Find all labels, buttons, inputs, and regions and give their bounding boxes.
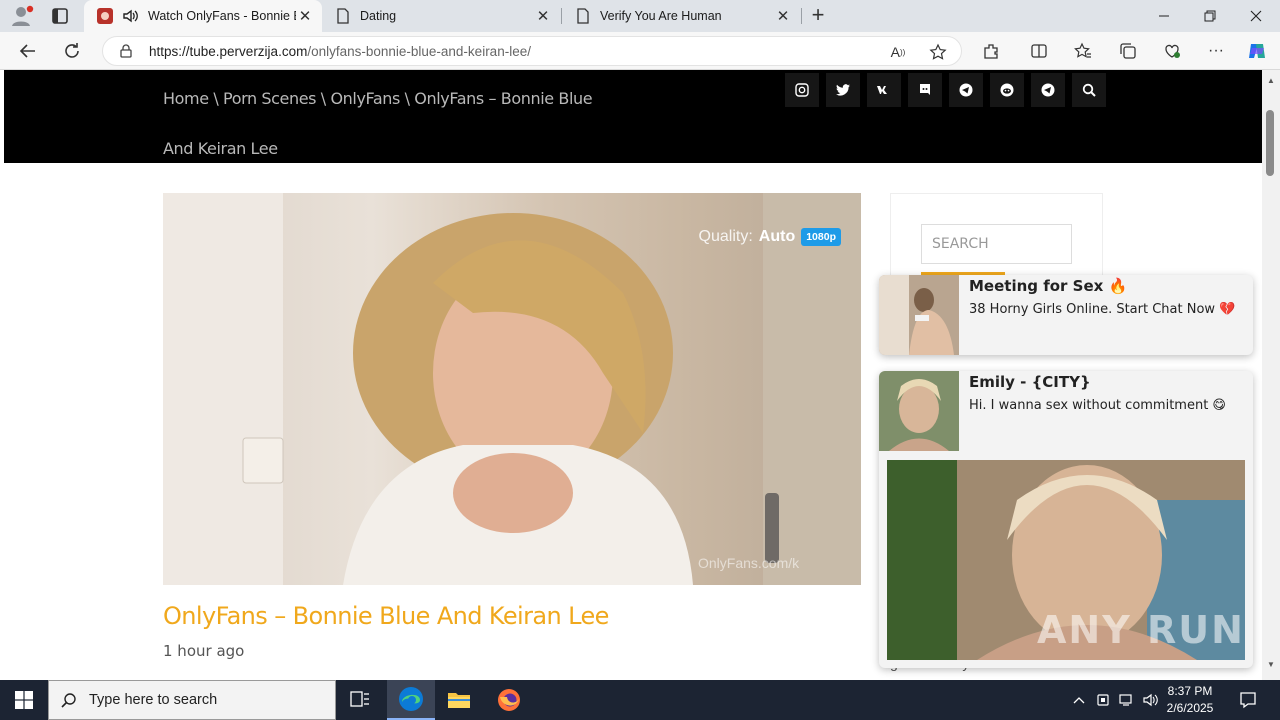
post-time: 1 hour ago: [163, 642, 245, 660]
ad-title: Emily - {CITY}: [969, 373, 1091, 391]
quality-label: Quality:: [698, 228, 753, 245]
tab-dating[interactable]: Dating ✕: [322, 0, 560, 32]
edge-icon[interactable]: [387, 680, 435, 720]
tab-verify-human[interactable]: Verify You Are Human ✕: [562, 0, 800, 32]
twitter-icon[interactable]: [826, 73, 860, 107]
taskbar-search-text: Type here to search: [89, 692, 218, 708]
anyrun-watermark: ANY RUN: [1037, 608, 1245, 652]
more-options-icon[interactable]: ···: [1205, 40, 1227, 62]
page-icon: [334, 7, 352, 25]
search-input[interactable]: [921, 224, 1072, 264]
task-view-icon[interactable]: [336, 680, 384, 720]
show-hidden-icons[interactable]: [1068, 680, 1090, 720]
ad-photo[interactable]: ANY RUN: [887, 460, 1245, 660]
refresh-icon[interactable]: [60, 39, 84, 63]
browser-toolbar: https://tube.perverzija.com/onlyfans-bon…: [0, 32, 1280, 70]
tab-separator: [801, 8, 802, 24]
read-aloud-icon[interactable]: A)): [889, 43, 907, 61]
lock-icon[interactable]: [119, 44, 133, 58]
video-frame-image: [163, 193, 861, 585]
taskbar-search[interactable]: Type here to search: [48, 680, 336, 720]
telegram-icon[interactable]: [1031, 73, 1065, 107]
close-tab-icon[interactable]: ✕: [296, 7, 314, 25]
windows-taskbar: Type here to search 8:37 PM 2/6/2025: [0, 680, 1280, 720]
profile-icon[interactable]: [10, 5, 34, 27]
close-tab-icon[interactable]: ✕: [774, 7, 792, 25]
restore-icon[interactable]: [1187, 0, 1233, 32]
device-icon[interactable]: [1092, 680, 1114, 720]
close-window-icon[interactable]: [1233, 0, 1279, 32]
file-explorer-icon[interactable]: [435, 680, 483, 720]
windows-start-icon[interactable]: [0, 680, 48, 720]
clock-date: 2/6/2025: [1166, 701, 1214, 715]
minimize-icon[interactable]: [1141, 0, 1187, 32]
favorites-icon[interactable]: [1072, 40, 1094, 62]
tab-strip: Watch OnlyFans - Bonnie Bl ✕ Dating ✕ Ve…: [0, 0, 1280, 32]
telegram-icon[interactable]: [949, 73, 983, 107]
tab-title: Verify You Are Human: [600, 9, 722, 23]
quality-value: Auto: [758, 228, 796, 245]
clock-time: 8:37 PM: [1167, 684, 1213, 698]
ad-thumbnail: [879, 371, 959, 451]
ad-popup-meeting[interactable]: Meeting for Sex 🔥 38 Horny Girls Online.…: [879, 275, 1253, 355]
ad-text: Hi. I wanna sex without commitment 😋: [969, 398, 1226, 413]
breadcrumb[interactable]: Home \ Porn Scenes \ OnlyFans \ OnlyFans…: [163, 74, 603, 174]
favorite-star-icon[interactable]: [929, 43, 947, 61]
resolution-badge: 1080p: [801, 228, 841, 246]
copilot-icon[interactable]: [1246, 40, 1268, 62]
reddit-icon[interactable]: [990, 73, 1024, 107]
notifications-icon[interactable]: [1228, 680, 1268, 720]
search-icon: [49, 692, 89, 708]
firefox-icon[interactable]: [485, 680, 533, 720]
new-tab-icon[interactable]: +: [806, 4, 830, 28]
tab-title: Watch OnlyFans - Bonnie Bl: [148, 9, 296, 23]
browser-essentials-icon[interactable]: [1161, 40, 1183, 62]
tab-title: Dating: [360, 9, 397, 23]
extensions-icon[interactable]: [980, 40, 1002, 62]
ad-thumbnail: [879, 275, 959, 355]
scroll-up-icon[interactable]: ▲: [1267, 76, 1275, 85]
quality-indicator[interactable]: Quality: Auto 1080p: [699, 228, 841, 246]
taskbar-clock[interactable]: 8:37 PM 2/6/2025: [1160, 683, 1220, 717]
back-icon[interactable]: [16, 39, 40, 63]
scroll-down-icon[interactable]: ▼: [1267, 660, 1275, 669]
page-scrollbar[interactable]: ▲ ▼: [1262, 70, 1280, 680]
address-bar[interactable]: https://tube.perverzija.com/onlyfans-bon…: [102, 36, 962, 66]
instagram-icon[interactable]: [785, 73, 819, 107]
video-watermark: OnlyFans.com/k: [698, 555, 800, 571]
site-header: Home \ Porn Scenes \ OnlyFans \ OnlyFans…: [4, 70, 1262, 163]
volume-icon[interactable]: [1140, 680, 1162, 720]
collections-icon[interactable]: [1117, 40, 1139, 62]
tab-actions-icon[interactable]: [50, 6, 70, 26]
video-player[interactable]: Quality: Auto 1080p OnlyFans.com/k: [163, 193, 861, 585]
post-title[interactable]: OnlyFans – Bonnie Blue And Keiran Lee: [163, 602, 609, 630]
scroll-thumb[interactable]: [1266, 110, 1274, 176]
search-icon[interactable]: [1072, 73, 1106, 107]
network-icon[interactable]: [1116, 680, 1138, 720]
ad-title: Meeting for Sex 🔥: [969, 277, 1128, 295]
split-screen-icon[interactable]: [1028, 40, 1050, 62]
page-icon: [574, 7, 592, 25]
close-tab-icon[interactable]: ✕: [534, 7, 552, 25]
vk-icon[interactable]: [867, 73, 901, 107]
ad-text: 38 Horny Girls Online. Start Chat Now 💔: [969, 302, 1236, 317]
audio-playing-icon[interactable]: [122, 7, 140, 25]
url-text: https://tube.perverzija.com/onlyfans-bon…: [149, 44, 531, 59]
ad-popup-emily[interactable]: Emily - {CITY} Hi. I wanna sex without c…: [879, 371, 1253, 668]
tab-watch-onlyfans[interactable]: Watch OnlyFans - Bonnie Bl ✕: [84, 0, 322, 32]
site-favicon-icon: [96, 7, 114, 25]
discord-icon[interactable]: [908, 73, 942, 107]
